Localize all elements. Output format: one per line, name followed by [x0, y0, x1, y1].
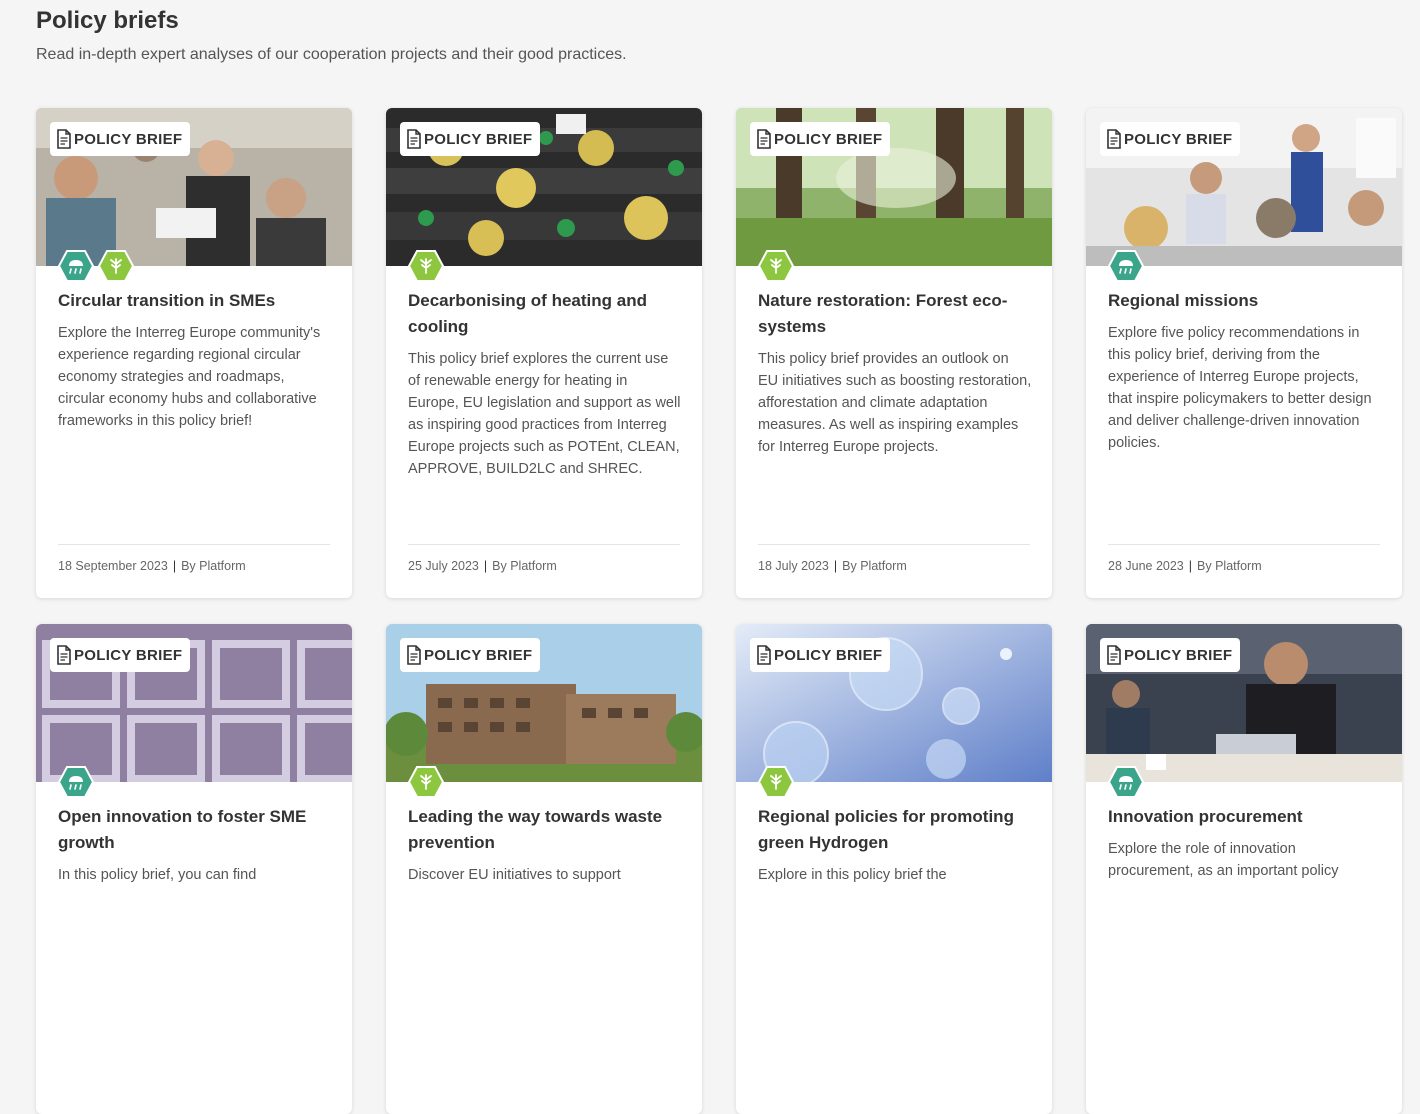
card-thumbnail[interactable]: POLICY BRIEF — [1086, 624, 1402, 782]
card-description: Explore the Interreg Europe community's … — [58, 325, 321, 429]
card-thumbnail[interactable]: POLICY BRIEF — [36, 624, 352, 782]
card-date: 18 July 2023 — [758, 559, 829, 573]
card-title[interactable]: Decarbonising of heating and cooling — [408, 288, 680, 340]
theme-icons — [758, 766, 794, 798]
environment-icon[interactable] — [1108, 250, 1144, 282]
card-footer: 25 July 2023 | By Platform — [408, 544, 680, 573]
environment-icon[interactable] — [58, 766, 94, 798]
separator: | — [172, 559, 177, 573]
policy-brief-tag: POLICY BRIEF — [400, 638, 541, 672]
card-title[interactable]: Innovation procurement — [1108, 804, 1380, 830]
card-thumbnail[interactable]: POLICY BRIEF — [736, 108, 1052, 266]
page-title: Policy briefs — [36, 7, 179, 34]
separator: | — [833, 559, 838, 573]
energy-icon[interactable] — [408, 766, 444, 798]
policy-brief-card[interactable]: POLICY BRIEF Open innovation to foster S… — [36, 624, 352, 1114]
energy-icon[interactable] — [758, 250, 794, 282]
card-author: By Platform — [1197, 559, 1262, 573]
tag-label: POLICY BRIEF — [1124, 646, 1233, 664]
document-icon — [57, 129, 71, 149]
card-author: By Platform — [842, 559, 907, 573]
tag-label: POLICY BRIEF — [74, 646, 183, 664]
card-title[interactable]: Circular transition in SMEs — [58, 288, 330, 314]
card-description: Discover EU initiatives to support — [408, 867, 621, 883]
policy-brief-tag: POLICY BRIEF — [50, 638, 191, 672]
document-icon — [57, 645, 71, 665]
card-footer: 28 June 2023 | By Platform — [1108, 544, 1380, 573]
document-icon — [757, 129, 771, 149]
policy-brief-card[interactable]: POLICY BRIEF Decarbonising of heating an… — [386, 108, 702, 598]
card-description: This policy brief provides an outlook on… — [758, 351, 1032, 455]
theme-icons — [58, 250, 134, 282]
card-date: 18 September 2023 — [58, 559, 168, 573]
card-footer: 18 September 2023 | By Platform — [58, 544, 330, 573]
card-thumbnail[interactable]: POLICY BRIEF — [736, 624, 1052, 782]
page-header: Policy briefs Read in-depth expert analy… — [36, 6, 627, 66]
tag-label: POLICY BRIEF — [424, 646, 533, 664]
policy-brief-tag: POLICY BRIEF — [750, 638, 891, 672]
policy-brief-card[interactable]: POLICY BRIEF Circular transition in SMEs… — [36, 108, 352, 598]
document-icon — [757, 645, 771, 665]
environment-icon[interactable] — [1108, 766, 1144, 798]
card-description: Explore in this policy brief the — [758, 867, 947, 883]
theme-icons — [58, 766, 94, 798]
theme-icons — [408, 766, 444, 798]
policy-brief-tag: POLICY BRIEF — [400, 122, 541, 156]
card-title[interactable]: Nature restoration: Forest eco-systems — [758, 288, 1030, 340]
policy-brief-tag: POLICY BRIEF — [1100, 122, 1241, 156]
page-subtitle: Read in-depth expert analyses of our coo… — [36, 46, 627, 63]
policy-brief-card[interactable]: POLICY BRIEF Innovation procurement Expl… — [1086, 624, 1402, 1114]
card-thumbnail[interactable]: POLICY BRIEF — [386, 624, 702, 782]
tag-label: POLICY BRIEF — [424, 130, 533, 148]
document-icon — [1107, 129, 1121, 149]
tag-label: POLICY BRIEF — [774, 646, 883, 664]
policy-brief-card[interactable]: POLICY BRIEF Leading the way towards was… — [386, 624, 702, 1114]
tag-label: POLICY BRIEF — [1124, 130, 1233, 148]
card-thumbnail[interactable]: POLICY BRIEF — [1086, 108, 1402, 266]
card-thumbnail[interactable]: POLICY BRIEF — [36, 108, 352, 266]
environment-icon[interactable] — [58, 250, 94, 282]
card-title[interactable]: Regional policies for promoting green Hy… — [758, 804, 1030, 856]
card-author: By Platform — [181, 559, 246, 573]
policy-brief-tag: POLICY BRIEF — [1100, 638, 1241, 672]
card-description: Explore five policy recommendations in t… — [1108, 325, 1372, 451]
theme-icons — [758, 250, 794, 282]
card-title[interactable]: Open innovation to foster SME growth — [58, 804, 330, 856]
document-icon — [407, 129, 421, 149]
theme-icons — [1108, 250, 1144, 282]
card-description: In this policy brief, you can find — [58, 867, 257, 883]
card-date: 25 July 2023 — [408, 559, 479, 573]
theme-icons — [1108, 766, 1144, 798]
policy-brief-card[interactable]: POLICY BRIEF Regional policies for promo… — [736, 624, 1052, 1114]
document-icon — [407, 645, 421, 665]
policy-brief-tag: POLICY BRIEF — [50, 122, 191, 156]
tag-label: POLICY BRIEF — [774, 130, 883, 148]
card-description: This policy brief explores the current u… — [408, 351, 681, 477]
policy-brief-card[interactable]: POLICY BRIEF Regional missions Explore f… — [1086, 108, 1402, 598]
energy-icon[interactable] — [408, 250, 444, 282]
card-thumbnail[interactable]: POLICY BRIEF — [386, 108, 702, 266]
card-title[interactable]: Leading the way towards waste prevention — [408, 804, 680, 856]
energy-icon[interactable] — [98, 250, 134, 282]
energy-icon[interactable] — [758, 766, 794, 798]
card-title[interactable]: Regional missions — [1108, 288, 1380, 314]
document-icon — [1107, 645, 1121, 665]
card-footer: 18 July 2023 | By Platform — [758, 544, 1030, 573]
card-date: 28 June 2023 — [1108, 559, 1184, 573]
separator: | — [483, 559, 488, 573]
policy-brief-card[interactable]: POLICY BRIEF Nature restoration: Forest … — [736, 108, 1052, 598]
card-description: Explore the role of innovation procureme… — [1108, 841, 1339, 879]
policy-brief-tag: POLICY BRIEF — [750, 122, 891, 156]
policy-brief-grid: POLICY BRIEF Circular transition in SMEs… — [36, 108, 1402, 1114]
theme-icons — [408, 250, 444, 282]
card-author: By Platform — [492, 559, 557, 573]
tag-label: POLICY BRIEF — [74, 130, 183, 148]
separator: | — [1188, 559, 1193, 573]
